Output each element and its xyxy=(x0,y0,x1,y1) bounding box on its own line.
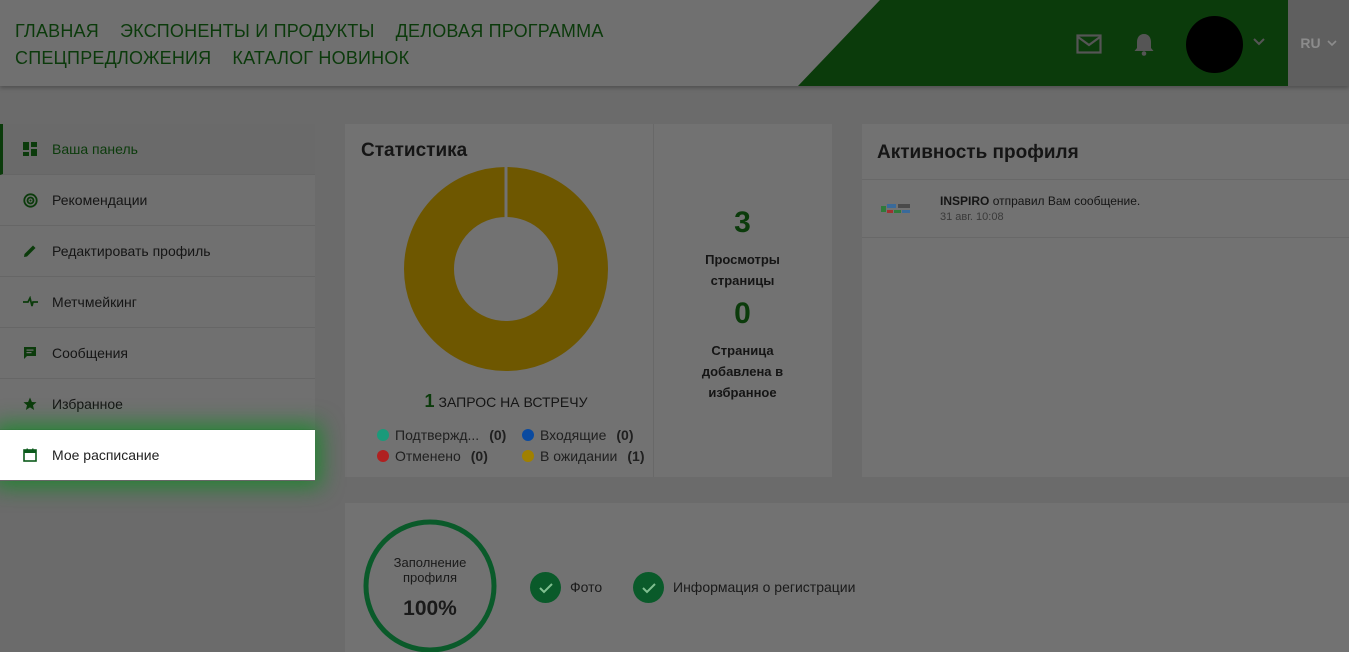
legend-count: (0) xyxy=(470,448,488,464)
favorites-label-1: Страница xyxy=(711,343,774,358)
chevron-down-icon xyxy=(1327,40,1337,47)
nav-link-special-offers[interactable]: СПЕЦПРЕДЛОЖЕНИЯ xyxy=(15,48,211,69)
sidebar-item-label: Избранное xyxy=(52,396,123,412)
sidebar-item-my-schedule[interactable]: Мое расписание xyxy=(0,430,315,481)
profile-completion-card: Заполнение профиля 100% Фото Информация … xyxy=(345,503,1349,652)
activity-text: INSPIRO отправил Вам сообщение. xyxy=(940,194,1140,208)
legend-incoming: Входящие (0) xyxy=(522,427,634,443)
bell-icon[interactable] xyxy=(1130,30,1158,58)
legend-count: (1) xyxy=(627,448,645,464)
nav-link-home[interactable]: ГЛАВНАЯ xyxy=(15,21,99,42)
sidebar-item-label: Метчмейкинг xyxy=(52,294,137,310)
company-logo-icon xyxy=(881,204,910,213)
sidebar: Ваша панель Рекомендации Редактировать п… xyxy=(0,124,315,481)
calendar-icon xyxy=(22,447,38,463)
sidebar-item-messages[interactable]: Сообщения xyxy=(0,328,315,379)
star-icon xyxy=(22,396,38,412)
legend-count: (0) xyxy=(616,427,634,443)
favorites-label-3: избранное xyxy=(708,385,777,400)
dashboard-icon xyxy=(22,141,38,157)
main-nav: ГЛАВНАЯ ЭКСПОНЕНТЫ И ПРОДУКТЫ ДЕЛОВАЯ ПР… xyxy=(15,18,604,72)
avatar[interactable] xyxy=(1186,16,1243,73)
activity-time: 31 авг. 10:08 xyxy=(940,211,1004,223)
favorites-label-2: добавлена в xyxy=(701,364,784,379)
activity-title: Активность профиля xyxy=(877,142,1079,163)
sidebar-item-label: Мое расписание xyxy=(52,447,160,463)
page-views-count: 3 xyxy=(734,206,751,239)
completion-label-2: профиля xyxy=(402,570,458,585)
sidebar-item-dashboard[interactable]: Ваша панель xyxy=(0,124,315,175)
favorites-count: 0 xyxy=(734,297,751,330)
legend-dot xyxy=(377,429,389,441)
activity-message: отправил Вам сообщение. xyxy=(992,194,1141,208)
legend-label: Входящие xyxy=(540,427,607,443)
meetings-donut-chart xyxy=(404,166,608,371)
activity-sender: INSPIRO xyxy=(940,194,990,208)
matchmaking-icon xyxy=(22,294,38,310)
check-label-photo: Фото xyxy=(570,579,603,595)
completion-percent: 100% xyxy=(403,597,457,620)
language-label: RU xyxy=(1300,35,1321,51)
activity-item[interactable]: INSPIRO отправил Вам сообщение. 31 авг. … xyxy=(862,180,1349,238)
legend-label: Подтвержд... xyxy=(395,427,480,443)
legend-label: Отменено xyxy=(395,448,461,464)
profile-activity-card: Активность профиля INSPIRO отправил Вам … xyxy=(862,124,1349,477)
page-views-label-1: Просмотры xyxy=(705,252,780,267)
sidebar-item-label: Редактировать профиль xyxy=(52,243,211,259)
statistics-card: Статистика 1 ЗАПРОС НА ВСТРЕЧУ Подтвержд.… xyxy=(345,124,832,477)
check-label-registration: Информация о регистрации xyxy=(673,579,856,595)
mail-icon[interactable] xyxy=(1075,30,1103,58)
nav-link-exhibitors[interactable]: ЭКСПОНЕНТЫ И ПРОДУКТЫ xyxy=(120,21,375,42)
page-views-label-2: страницы xyxy=(710,273,775,288)
legend-count: (0) xyxy=(489,427,507,443)
completion-label-1: Заполнение xyxy=(393,555,467,570)
legend-confirmed: Подтвержд... (0) xyxy=(377,427,506,443)
legend-dot xyxy=(522,450,534,462)
legend-cancelled: Отменено (0) xyxy=(377,448,488,464)
completion-label: Заполнение профиля xyxy=(362,555,498,585)
nav-link-business-program[interactable]: ДЕЛОВАЯ ПРОГРАММА xyxy=(396,21,604,42)
sidebar-item-favorites[interactable]: Избранное xyxy=(0,379,315,430)
meetings-count: 1 xyxy=(424,391,435,411)
meetings-label: ЗАПРОС НА ВСТРЕЧУ xyxy=(438,394,588,410)
check-icon xyxy=(530,572,561,603)
sidebar-item-edit-profile[interactable]: Редактировать профиль xyxy=(0,226,315,277)
top-header: ГЛАВНАЯ ЭКСПОНЕНТЫ И ПРОДУКТЫ ДЕЛОВАЯ ПР… xyxy=(0,0,1349,86)
sidebar-item-matchmaking[interactable]: Метчмейкинг xyxy=(0,277,315,328)
profile-completion-ring xyxy=(363,519,497,652)
message-icon xyxy=(22,345,38,361)
language-switcher[interactable]: RU xyxy=(1288,0,1349,86)
legend-label: В ожидании xyxy=(540,448,618,464)
legend-pending: В ожидании (1) xyxy=(522,448,645,464)
sidebar-item-label: Сообщения xyxy=(52,345,128,361)
meetings-summary: 1 ЗАПРОС НА ВСТРЕЧУ xyxy=(345,391,667,412)
radar-icon xyxy=(22,192,38,208)
sidebar-item-recommendations[interactable]: Рекомендации xyxy=(0,175,315,226)
sidebar-item-label: Рекомендации xyxy=(52,192,148,208)
check-icon xyxy=(633,572,664,603)
nav-link-new-products[interactable]: КАТАЛОГ НОВИНОК xyxy=(232,48,409,69)
statistics-title: Статистика xyxy=(361,140,468,161)
legend-dot xyxy=(522,429,534,441)
pencil-icon xyxy=(22,243,38,259)
sidebar-item-label: Ваша панель xyxy=(52,141,138,157)
legend-dot xyxy=(377,450,389,462)
completion-ring-track xyxy=(363,519,497,652)
chevron-down-icon[interactable] xyxy=(1251,34,1267,50)
